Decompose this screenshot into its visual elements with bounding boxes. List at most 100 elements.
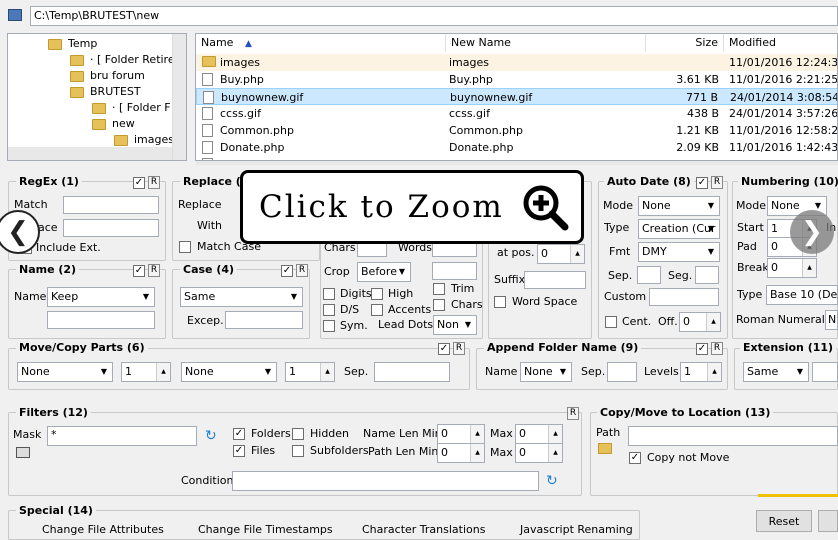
spinner-arrows-icon[interactable]: ▲▼ — [470, 444, 484, 462]
roman-numerals-dropdown[interactable]: N — [825, 310, 838, 330]
tree-item[interactable]: · [ Folder F — [92, 100, 171, 116]
zoom-overlay[interactable]: Click to Zoom — [240, 170, 584, 244]
file-list[interactable]: Name ▲ New Name Size Modified images imag… — [195, 33, 838, 161]
name-len-min-spinner[interactable]: 0▲▼ — [437, 424, 485, 444]
movecopy-sep-input[interactable] — [374, 362, 450, 382]
autodate-sep-input[interactable] — [637, 266, 661, 284]
autodate-enable-checkbox[interactable]: ✓ — [696, 177, 708, 189]
mask-input[interactable]: * — [47, 426, 197, 446]
regex-reset-button[interactable]: R — [148, 176, 160, 189]
subfolders-checkbox[interactable] — [292, 445, 304, 457]
case-reset-button[interactable]: R — [296, 264, 308, 277]
list-hscrollbar[interactable] — [196, 161, 838, 165]
off-spinner[interactable]: 0▲▼ — [679, 312, 721, 332]
movecopy-dropdown-2[interactable]: None ▼ — [181, 362, 277, 382]
excep-input[interactable] — [225, 311, 303, 329]
spinner-arrows-icon[interactable]: ▲▼ — [548, 444, 562, 462]
folder-tree[interactable]: Temp · [ Folder Retire bru forum BRUTEST · [… — [7, 33, 187, 161]
extension-input[interactable] — [812, 362, 838, 382]
copymove-path-input[interactable] — [628, 426, 838, 446]
next-arrow-icon[interactable]: ❯ — [790, 210, 834, 254]
accents-checkbox[interactable] — [371, 304, 383, 316]
movecopy-enable-checkbox[interactable]: ✓ — [438, 343, 450, 355]
column-size[interactable]: Size — [646, 34, 724, 52]
digits-checkbox[interactable] — [323, 288, 335, 300]
tree-hscrollbar[interactable] — [8, 147, 172, 160]
name-dropdown[interactable]: Keep ▼ — [47, 287, 155, 307]
spinner-arrows-icon[interactable]: ▲▼ — [548, 425, 562, 443]
match-case-checkbox[interactable] — [179, 241, 191, 253]
spinner-arrows-icon[interactable]: ▲▼ — [802, 259, 816, 277]
file-row[interactable]: Common.php Common.php 1.21 KB 11/01/2016 12… — [196, 122, 837, 139]
column-name[interactable]: Name ▲ — [196, 34, 446, 52]
mask-history-icon[interactable] — [16, 447, 30, 458]
trim-checkbox[interactable] — [433, 283, 445, 295]
file-row[interactable]: ccss.gif ccss.gif 438 B 24/01/2014 3:57:26 … — [196, 105, 837, 122]
cent-checkbox[interactable] — [605, 316, 617, 328]
filters-reset-button[interactable]: R — [567, 407, 579, 420]
tree-item[interactable]: Temp — [48, 36, 97, 52]
movecopy-spinner-1[interactable]: 1▲▼ — [121, 362, 171, 382]
append-name-dropdown[interactable]: None ▼ — [520, 362, 572, 382]
tree-scrollbar[interactable] — [172, 34, 186, 160]
autodate-mode-dropdown[interactable]: None ▼ — [638, 196, 720, 216]
spinner-arrows-icon[interactable]: ▲▼ — [707, 363, 721, 381]
lead-dots-dropdown[interactable]: Non ▼ — [433, 315, 477, 335]
movecopy-spinner-2[interactable]: 1▲▼ — [285, 362, 335, 382]
regex-enable-checkbox[interactable]: ✓ — [133, 177, 145, 189]
files-checkbox[interactable]: ✓ — [233, 445, 245, 457]
path-input[interactable]: C:\Temp\BRUTEST\new — [30, 6, 838, 26]
append-sep-input[interactable] — [607, 362, 637, 382]
at-pos-spinner[interactable]: 0▲▼ — [537, 244, 585, 264]
hidden-checkbox[interactable] — [292, 428, 304, 440]
append-levels-spinner[interactable]: 1▲▼ — [680, 362, 722, 382]
path-max-spinner[interactable]: 0▲▼ — [515, 443, 563, 463]
folder-browse-icon[interactable] — [598, 443, 612, 454]
spinner-arrows-icon[interactable]: ▲▼ — [470, 425, 484, 443]
spinner-arrows-icon[interactable]: ▲▼ — [156, 363, 170, 381]
column-newname[interactable]: New Name — [446, 34, 646, 52]
folders-checkbox[interactable]: ✓ — [233, 428, 245, 440]
autodate-custom-input[interactable] — [649, 288, 719, 306]
word-space-checkbox[interactable] — [494, 296, 506, 308]
append-enable-checkbox[interactable]: ✓ — [696, 343, 708, 355]
spinner-arrows-icon[interactable]: ▲▼ — [706, 313, 720, 331]
ds-checkbox[interactable] — [323, 304, 335, 316]
movecopy-reset-button[interactable]: R — [453, 342, 465, 355]
file-row[interactable]: buynownew.gif buynownew.gif 771 B 24/01/201… — [196, 88, 837, 105]
extension-dropdown[interactable]: Same ▼ — [743, 362, 809, 382]
tree-item[interactable]: new — [92, 116, 135, 132]
tree-item[interactable]: · [ Folder Retire — [70, 52, 175, 68]
numbering-break-spinner[interactable]: 0▲▼ — [767, 258, 817, 278]
column-modified[interactable]: Modified — [724, 34, 837, 52]
name-reset-button[interactable]: R — [148, 264, 160, 277]
spinner-arrows-icon[interactable]: ▲▼ — [570, 245, 584, 263]
reset-button[interactable]: Reset — [756, 510, 812, 532]
condition-refresh-icon[interactable]: ↻ — [546, 474, 558, 488]
numbering-type-dropdown[interactable]: Base 10 (Deci — [766, 285, 838, 305]
case-enable-checkbox[interactable]: ✓ — [281, 265, 293, 277]
crop-dropdown[interactable]: Before ▼ — [357, 262, 411, 282]
condition-input[interactable] — [232, 471, 539, 491]
tree-item[interactable]: bru forum — [70, 68, 145, 84]
autodate-fmt-dropdown[interactable]: DMY ▼ — [638, 242, 720, 262]
file-row[interactable]: images images 11/01/2016 12:24:35 P — [196, 54, 837, 71]
suffix-input[interactable] — [524, 271, 586, 289]
path-len-min-spinner[interactable]: 0▲▼ — [437, 443, 485, 463]
autodate-type-dropdown[interactable]: Creation (Cur ▼ — [638, 219, 720, 239]
tree-item[interactable]: images — [114, 132, 174, 148]
file-row[interactable]: Buy.php Buy.php 3.61 KB 11/01/2016 2:21:25 … — [196, 71, 837, 88]
append-reset-button[interactable]: R — [711, 342, 723, 355]
copy-not-move-checkbox[interactable]: ✓ — [629, 452, 641, 464]
extra-button[interactable] — [818, 510, 838, 532]
regex-match-input[interactable] — [63, 196, 159, 214]
case-dropdown[interactable]: Same ▼ — [180, 287, 303, 307]
refresh-icon[interactable]: ↻ — [205, 429, 217, 443]
name-input[interactable] — [47, 311, 155, 329]
spinner-arrows-icon[interactable]: ▲▼ — [320, 363, 334, 381]
regex-replace-input[interactable] — [63, 219, 159, 237]
high-checkbox[interactable] — [371, 288, 383, 300]
autodate-reset-button[interactable]: R — [711, 176, 723, 189]
name-enable-checkbox[interactable]: ✓ — [133, 265, 145, 277]
movecopy-dropdown-1[interactable]: None ▼ — [17, 362, 113, 382]
